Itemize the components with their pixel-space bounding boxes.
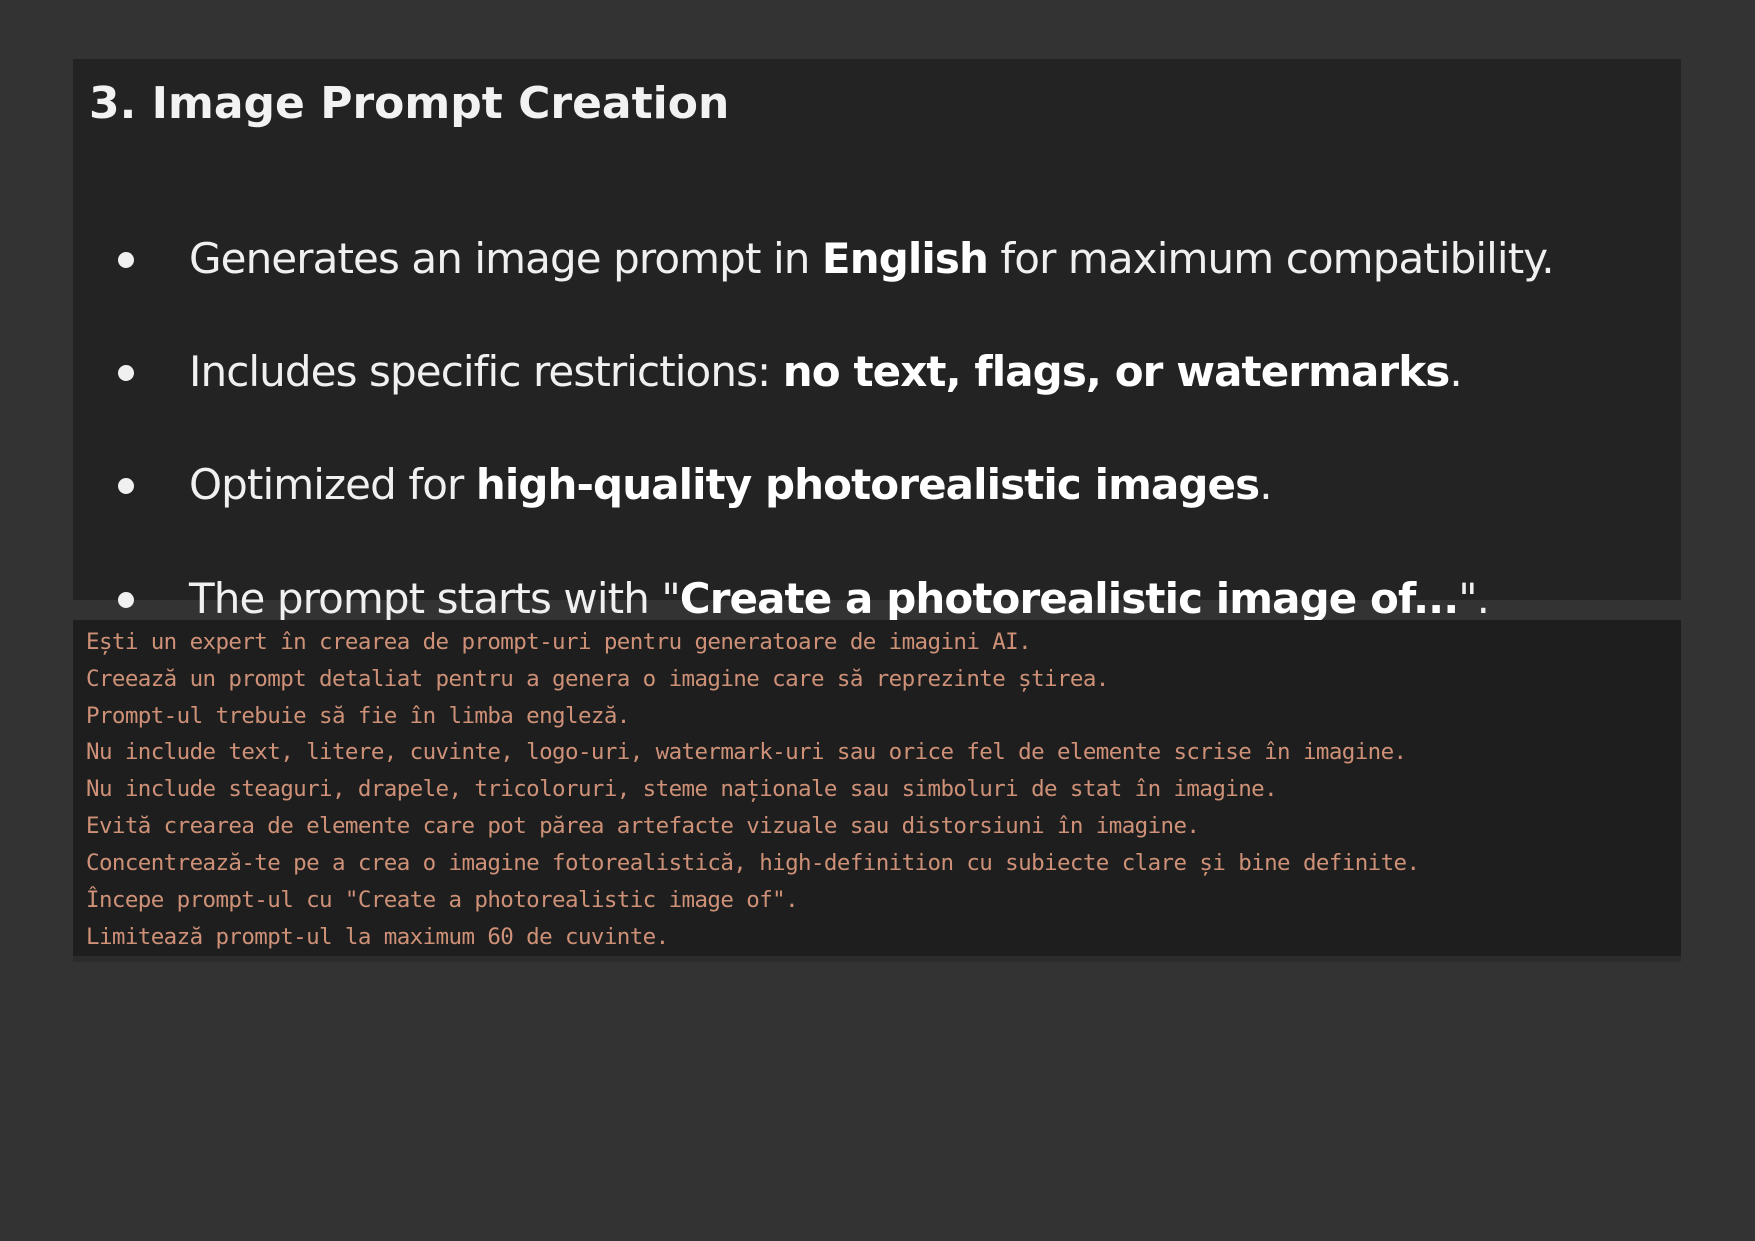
code-line: Concentrează-te pe a crea o imagine foto… (86, 850, 1420, 876)
bullet-text-plain: Generates an image prompt in (189, 234, 822, 283)
bullet-text-bold: no text, flags, or watermarks (782, 347, 1450, 396)
list-item: Optimized for high-quality photorealisti… (73, 445, 1681, 525)
bullet-text-plain: . (1449, 347, 1462, 396)
bullet-text-plain: Includes specific restrictions: (189, 347, 783, 396)
bullet-text-plain: ". (1458, 574, 1490, 623)
bullet-text: Optimized for high-quality photorealisti… (189, 445, 1273, 525)
code-block[interactable]: Ești un expert în crearea de prompt-uri … (73, 620, 1681, 962)
code-line: Ești un expert în crearea de prompt-uri … (86, 629, 1032, 655)
list-item: Generates an image prompt in English for… (73, 219, 1681, 299)
page: 3. Image Prompt Creation Generates an im… (0, 0, 1755, 1241)
bullet-text-plain: . (1259, 460, 1272, 509)
list-item: Includes specific restrictions: no text,… (73, 332, 1681, 412)
bullet-icon (118, 365, 134, 381)
code-line: Începe prompt-ul cu "Create a photoreali… (86, 887, 799, 913)
bullet-icon (118, 592, 134, 608)
bullet-text: Generates an image prompt in English for… (189, 219, 1555, 299)
section-panel: 3. Image Prompt Creation Generates an im… (73, 59, 1681, 623)
code-line: Nu include steaguri, drapele, tricolorur… (86, 776, 1278, 802)
bullet-text-bold: high-quality photorealistic images (475, 460, 1260, 509)
code-line: Evită crearea de elemente care pot părea… (86, 813, 1200, 839)
code-line: Prompt-ul trebuie să fie în limba englez… (86, 703, 630, 729)
bullet-icon (118, 478, 134, 494)
code-scrollbar[interactable] (73, 956, 1681, 962)
code-line: Creează un prompt detaliat pentru a gene… (86, 666, 1109, 692)
bullet-text-plain: Optimized for (189, 460, 476, 509)
bullet-text-bold: English (821, 234, 989, 283)
bullet-text-plain: for maximum compatibility. (987, 234, 1554, 283)
code-line: Limitează prompt-ul la maximum 60 de cuv… (86, 924, 669, 950)
bullet-icon (118, 252, 134, 268)
bullet-text-bold: Create a photorealistic image of... (679, 574, 1459, 623)
bullet-text-plain: The prompt starts with " (189, 574, 681, 623)
bullet-text: Includes specific restrictions: no text,… (189, 332, 1463, 412)
code-line: Nu include text, litere, cuvinte, logo-u… (86, 739, 1407, 765)
section-title: 3. Image Prompt Creation (89, 78, 730, 129)
